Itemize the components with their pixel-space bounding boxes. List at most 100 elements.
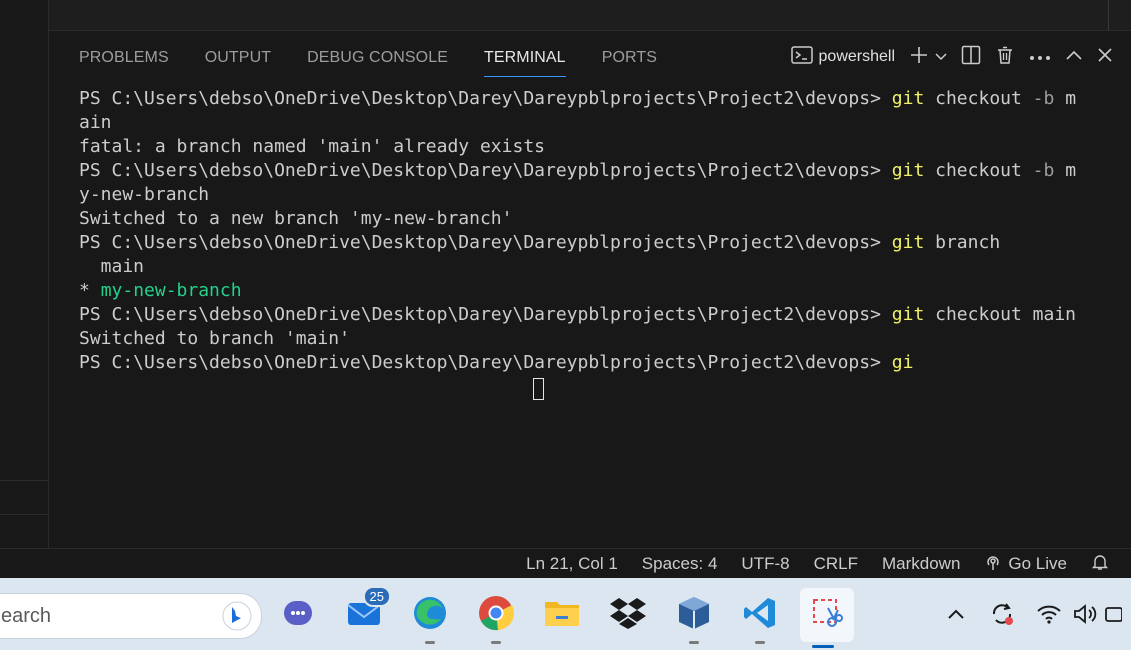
mail-badge: 25 (362, 586, 391, 607)
taskbar-edge[interactable] (407, 592, 453, 644)
tab-problems[interactable]: PROBLEMS (79, 31, 169, 75)
terminal-line: * my-new-branch (79, 279, 1076, 303)
shell-label: powershell (818, 48, 895, 65)
taskbar-search[interactable]: earch (0, 593, 262, 639)
snipping-tool-icon (810, 596, 844, 635)
broadcast-icon (984, 553, 1008, 576)
taskbar-virtualbox[interactable] (671, 592, 717, 644)
running-indicator (812, 645, 834, 648)
prompt: PS C:\Users\debso\OneDrive\Desktop\Darey… (79, 232, 892, 253)
tab-output[interactable]: OUTPUT (205, 31, 271, 75)
taskbar-file-explorer[interactable] (539, 592, 585, 638)
terminal-line: y-new-branch (79, 184, 210, 205)
command: git (891, 232, 925, 253)
volume-icon[interactable] (1072, 603, 1098, 630)
prompt: PS C:\Users\debso\OneDrive\Desktop\Darey… (79, 88, 892, 109)
tab-ports[interactable]: PORTS (602, 31, 657, 75)
command-args: checkout (924, 160, 1033, 181)
terminal-cursor (533, 378, 545, 400)
close-icon (1097, 47, 1113, 68)
terminal-selector[interactable]: powershell (790, 43, 895, 71)
prompt: PS C:\Users\debso\OneDrive\Desktop\Darey… (79, 160, 892, 181)
terminal-line: Switched to branch 'main' (79, 328, 350, 349)
status-indentation[interactable]: Spaces: 4 (642, 554, 718, 574)
battery-icon[interactable] (1104, 603, 1123, 630)
command: git (891, 88, 925, 109)
command-args: m (1054, 88, 1077, 109)
vscode-icon (742, 595, 778, 636)
chevron-down-icon[interactable] (935, 48, 947, 66)
taskbar-vscode[interactable] (737, 592, 783, 644)
command: git (891, 304, 925, 325)
running-indicator (425, 641, 435, 644)
go-live-label: Go Live (1008, 554, 1067, 573)
terminal-line: ain (79, 112, 112, 133)
wifi-icon[interactable] (1036, 603, 1062, 630)
dropbox-icon (609, 596, 647, 635)
status-encoding[interactable]: UTF-8 (741, 554, 789, 574)
teams-icon (280, 595, 316, 636)
command-flag: -b (1032, 88, 1055, 109)
close-panel-button[interactable] (1097, 43, 1113, 71)
terminal-line: PS C:\Users\debso\OneDrive\Desktop\Darey… (79, 303, 1076, 327)
trash-icon (995, 45, 1015, 70)
command: gi (891, 352, 914, 373)
editor-divider (1108, 0, 1109, 30)
running-indicator (755, 641, 765, 644)
chrome-icon (477, 594, 515, 637)
terminal-line (79, 375, 1076, 400)
system-tray (946, 600, 1123, 633)
current-branch-marker: * (79, 280, 101, 301)
chevron-up-icon[interactable] (946, 607, 966, 626)
prompt: PS C:\Users\debso\OneDrive\Desktop\Darey… (79, 352, 892, 373)
bottom-panel: PROBLEMS OUTPUT DEBUG CONSOLE TERMINAL P… (49, 30, 1131, 549)
maximize-panel-button[interactable] (1065, 43, 1083, 71)
terminal-powershell-icon (790, 45, 813, 70)
command-flag: -b (1032, 160, 1055, 181)
terminal-line: fatal: a branch named 'main' already exi… (79, 136, 545, 157)
kill-terminal-button[interactable] (995, 43, 1015, 71)
sync-icon[interactable] (988, 600, 1016, 633)
status-cursor-position[interactable]: Ln 21, Col 1 (526, 554, 618, 574)
prompt: PS C:\Users\debso\OneDrive\Desktop\Darey… (79, 304, 892, 325)
panel-tabs: PROBLEMS OUTPUT DEBUG CONSOLE TERMINAL P… (79, 31, 693, 81)
command-args: branch (924, 232, 1001, 253)
command-args: checkout (924, 88, 1033, 109)
taskbar-teams[interactable] (275, 592, 321, 638)
taskbar-chrome[interactable] (473, 592, 519, 644)
taskbar-snipping-tool[interactable] (800, 588, 854, 648)
terminal-line: PS C:\Users\debso\OneDrive\Desktop\Darey… (79, 159, 1076, 183)
current-branch: my-new-branch (100, 280, 242, 301)
status-go-live[interactable]: Go Live (984, 553, 1067, 576)
split-terminal-icon (961, 45, 981, 70)
terminal-output[interactable]: PS C:\Users\debso\OneDrive\Desktop\Darey… (79, 87, 1076, 400)
taskbar-dropbox[interactable] (605, 592, 651, 638)
sidebar-divider (0, 480, 48, 481)
tab-debug-console[interactable]: DEBUG CONSOLE (307, 31, 448, 75)
bell-icon (1091, 553, 1115, 576)
command: git (891, 160, 925, 181)
virtualbox-icon (675, 594, 713, 637)
editor-area (0, 0, 1131, 30)
terminal-line: PS C:\Users\debso\OneDrive\Desktop\Darey… (79, 351, 1076, 375)
sidebar-divider (0, 514, 48, 515)
new-terminal-button[interactable] (909, 43, 947, 71)
command-args: checkout main (924, 304, 1077, 325)
notifications-button[interactable] (1091, 553, 1115, 576)
tab-terminal[interactable]: TERMINAL (483, 31, 566, 77)
status-eol[interactable]: CRLF (814, 554, 858, 574)
edge-icon (411, 594, 449, 637)
status-language[interactable]: Markdown (882, 554, 960, 574)
windows-taskbar: earch 25 (0, 578, 1131, 650)
command-args: m (1054, 160, 1077, 181)
terminal-line: PS C:\Users\debso\OneDrive\Desktop\Darey… (79, 87, 1076, 111)
taskbar-mail[interactable]: 25 (341, 586, 391, 638)
bing-icon[interactable] (221, 600, 253, 637)
split-terminal-button[interactable] (961, 43, 981, 71)
terminal-line: main (79, 256, 145, 277)
more-actions-button[interactable] (1029, 43, 1051, 71)
sidebar-panel (0, 0, 49, 548)
ellipsis-icon (1029, 48, 1051, 66)
terminal-line: PS C:\Users\debso\OneDrive\Desktop\Darey… (79, 231, 1076, 255)
running-indicator (689, 641, 699, 644)
